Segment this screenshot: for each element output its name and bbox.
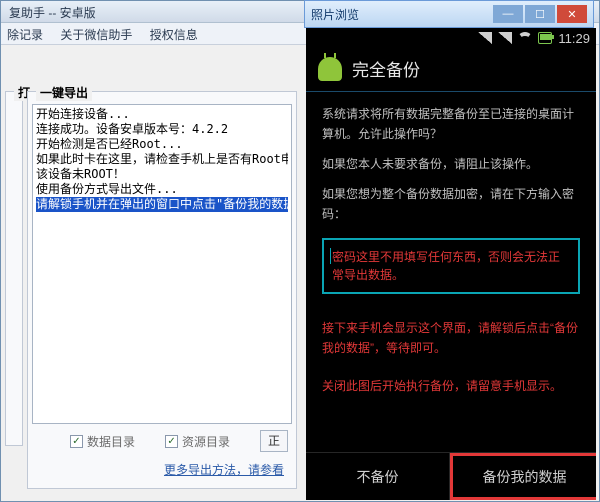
phone-dialog-footer: 不备份 备份我的数据: [306, 452, 596, 500]
menu-auth[interactable]: 授权信息: [150, 28, 198, 42]
phone-dialog-body: 系统请求将所有数据完整备份至已连接的桌面计算机。允许此操作吗？ 如果您本人未要求…: [306, 92, 596, 408]
backup-my-data-button[interactable]: 备份我的数据: [450, 453, 596, 500]
maximize-button[interactable]: ☐: [525, 5, 555, 23]
checkbox-row: ✓ 数据目录 ✓ 资源目录: [70, 433, 230, 450]
log-line: 使用备份方式导出文件...: [36, 182, 288, 197]
checkbox-res-dir[interactable]: ✓ 资源目录: [165, 433, 230, 450]
checkbox-label: 数据目录: [87, 433, 135, 450]
signal-icon: [498, 32, 512, 44]
left-group: 打: [5, 91, 23, 446]
annotation-text: 接下来手机会显示这个界面，请解锁后点击“备份我的数据”，等待即可。: [322, 318, 580, 358]
no-backup-button[interactable]: 不备份: [306, 453, 450, 500]
export-group: 一键导出 开始连接设备... 连接成功。设备安卓版本号：4.2.2 开始检测是否…: [27, 91, 297, 489]
log-line: 开始检测是否已经Root...: [36, 137, 288, 152]
picture-window: 照片浏览 — ☐ ✕: [304, 0, 594, 30]
dialog-text: 系统请求将所有数据完整备份至已连接的桌面计算机。允许此操作吗？: [322, 104, 580, 144]
android-icon: [318, 57, 342, 81]
menu-about[interactable]: 关于微信助手: [60, 28, 132, 42]
dialog-text: 如果您本人未要求备份，请阻止该操作。: [322, 154, 580, 174]
log-line: 连接成功。设备安卓版本号：4.2.2: [36, 122, 288, 137]
minimize-button[interactable]: —: [493, 5, 523, 23]
wifi-icon: [518, 32, 532, 44]
phone-dialog-title: 完全备份: [352, 56, 420, 81]
text-cursor-icon: [330, 248, 331, 264]
more-methods-link[interactable]: 更多导出方法，请参看: [164, 461, 284, 478]
password-note: 密码这里不用填写任何东西，否则会无法正常导出数据。: [332, 250, 560, 282]
log-line-selected[interactable]: 请解锁手机并在弹出的窗口中点击"备份我的数据"！: [36, 197, 288, 212]
annotation-text: 关闭此图后开始执行备份，请留意手机显示。: [322, 376, 580, 396]
password-input[interactable]: 密码这里不用填写任何东西，否则会无法正常导出数据。: [322, 238, 580, 294]
picture-window-title: 照片浏览: [311, 6, 491, 23]
log-list[interactable]: 开始连接设备... 连接成功。设备安卓版本号：4.2.2 开始检测是否已经Roo…: [32, 104, 292, 424]
dialog-text: 如果您想为整个备份数据加密，请在下方输入密码：: [322, 184, 580, 224]
phone-statusbar: 11:29: [306, 28, 596, 48]
checkmark-icon: ✓: [165, 435, 178, 448]
close-button[interactable]: ✕: [557, 5, 587, 23]
phone-screenshot: 11:29 完全备份 系统请求将所有数据完整备份至已连接的桌面计算机。允许此操作…: [306, 28, 596, 500]
signal-icon: [478, 32, 492, 44]
log-line: 该设备未ROOT！: [36, 167, 288, 182]
picture-window-titlebar: 照片浏览 — ☐ ✕: [304, 0, 594, 28]
right-button[interactable]: 正: [260, 430, 288, 452]
log-line: 如果此时卡在这里，请检查手机上是否有Root申请提示并点击确认...: [36, 152, 288, 167]
log-line: 开始连接设备...: [36, 107, 288, 122]
status-time: 11:29: [558, 31, 590, 46]
checkbox-label: 资源目录: [182, 433, 230, 450]
menu-records[interactable]: 除记录: [7, 28, 43, 42]
export-group-label: 一键导出: [36, 84, 92, 101]
battery-icon: [538, 32, 552, 44]
checkmark-icon: ✓: [70, 435, 83, 448]
checkbox-data-dir[interactable]: ✓ 数据目录: [70, 433, 135, 450]
phone-dialog-header: 完全备份: [306, 48, 596, 92]
